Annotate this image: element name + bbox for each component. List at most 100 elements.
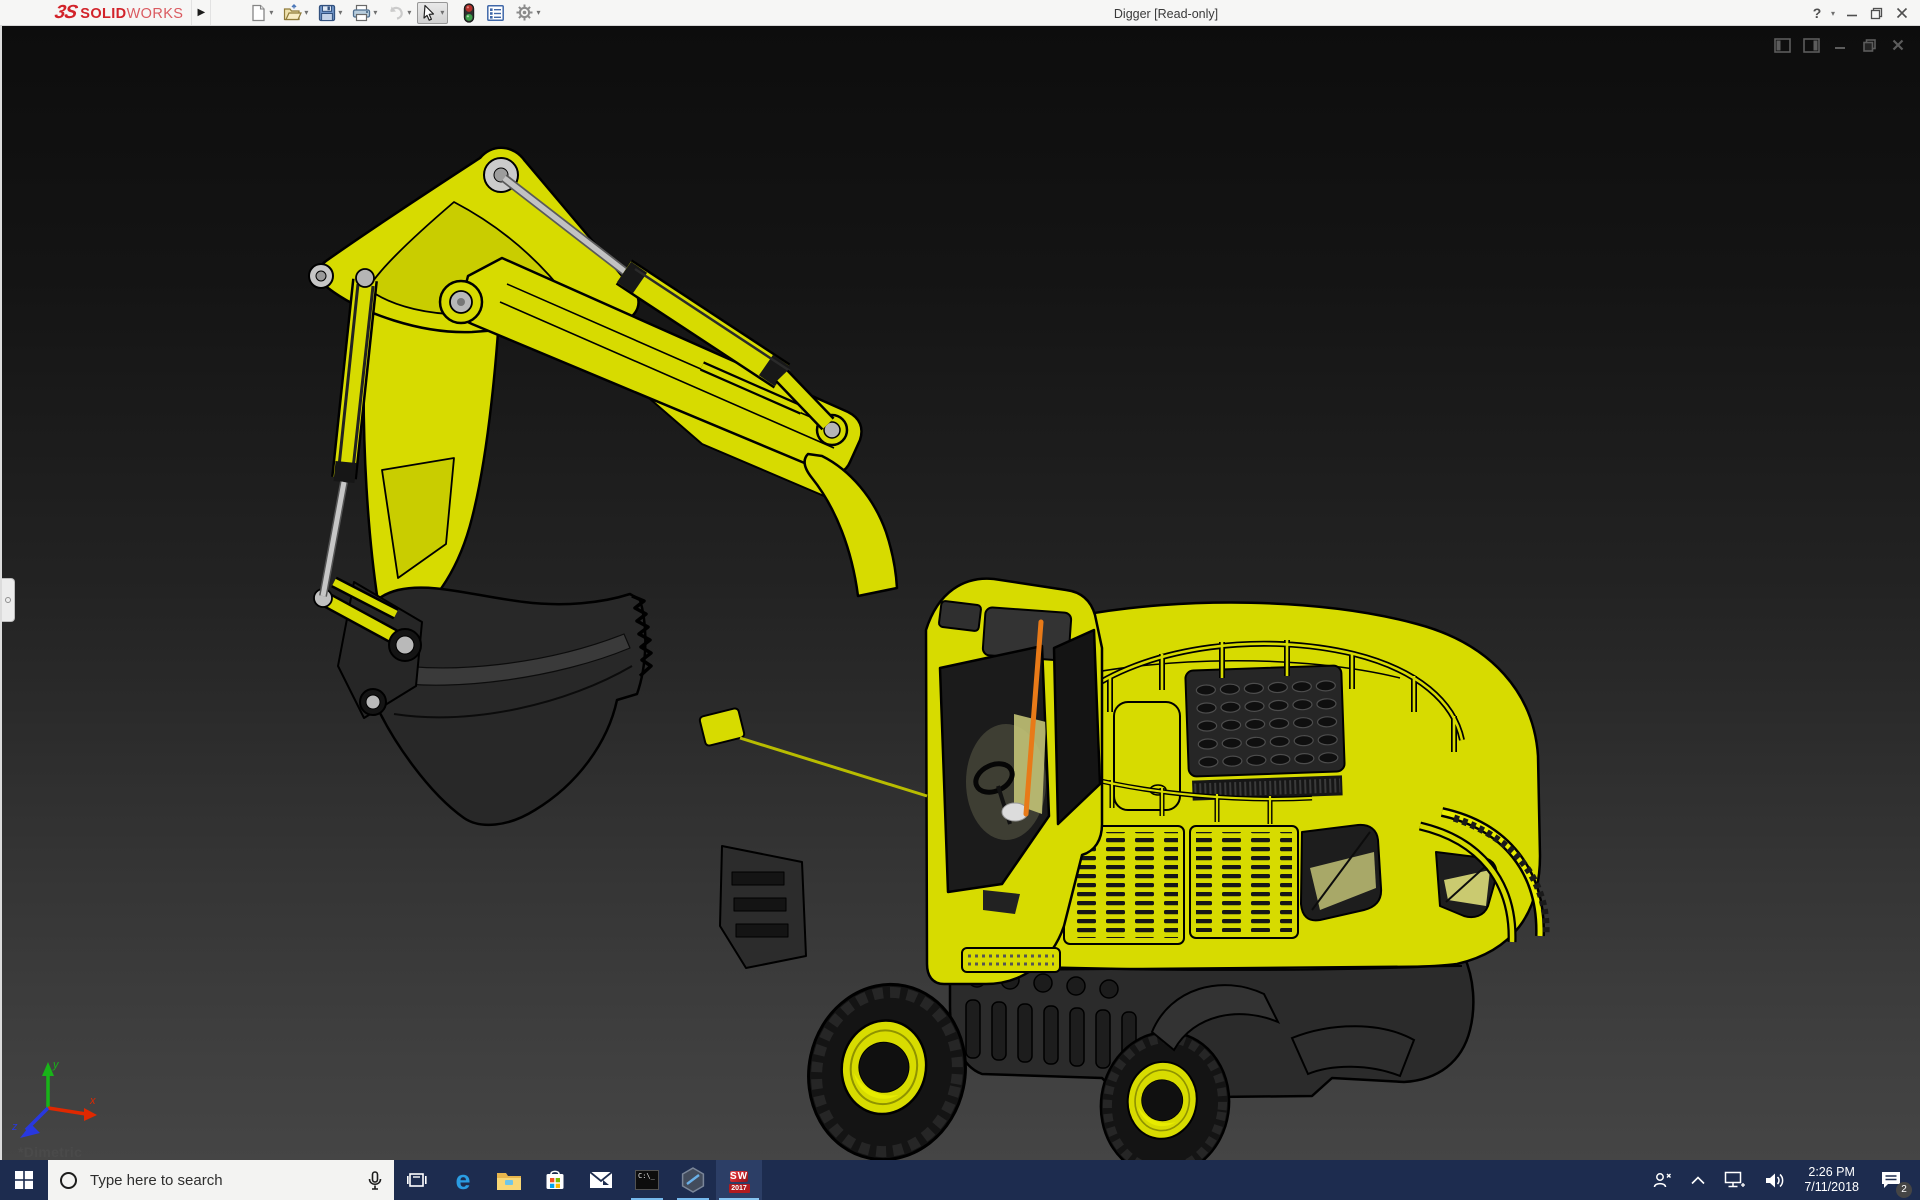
menu-flyout-button[interactable]: ▶ xyxy=(191,0,212,25)
triad-y-label: y xyxy=(52,1059,60,1071)
cortana-icon xyxy=(60,1171,77,1189)
close-icon xyxy=(1892,39,1904,51)
boom-foot xyxy=(803,452,899,598)
people-button[interactable] xyxy=(1646,1160,1678,1200)
step-slat xyxy=(733,897,787,912)
notification-badge: 2 xyxy=(1896,1182,1912,1198)
options-button[interactable]: ▾ xyxy=(511,2,544,24)
document-close-button[interactable] xyxy=(1888,36,1908,54)
save-icon xyxy=(319,4,336,21)
cab-vent xyxy=(983,890,1020,914)
view-orientation-label: *Dimetric xyxy=(18,1144,83,1160)
solidworks-app-window: 3S SOLID WORKS ▶ ▾ ▾ ▾ ▾ ▾ ▾ ▾ Digger [R… xyxy=(0,0,1920,1200)
minimize-button[interactable] xyxy=(1839,0,1864,26)
roof-unit xyxy=(938,600,982,632)
dropdown-caret-icon: ▾ xyxy=(304,8,309,17)
task-view-icon xyxy=(407,1172,427,1187)
side-vent-grilles xyxy=(1063,825,1299,945)
sw-year-label: 2017 xyxy=(728,1183,750,1193)
microphone-button[interactable] xyxy=(368,1170,382,1190)
document-window-controls xyxy=(1772,36,1908,54)
edge-icon: e xyxy=(455,1164,471,1195)
taskbar-command-prompt-button[interactable]: C:\_ xyxy=(624,1160,670,1200)
triad-x-label: x xyxy=(89,1095,96,1107)
left-pane-icon xyxy=(1773,37,1791,53)
new-document-icon xyxy=(252,4,265,21)
dropdown-caret-icon: ▾ xyxy=(338,8,343,17)
open-folder-icon xyxy=(284,3,303,20)
taskbar-edge-button[interactable]: e xyxy=(440,1160,486,1200)
digger-3d-model[interactable]: x y z xyxy=(2,26,1920,1160)
taskbar-search[interactable] xyxy=(48,1160,394,1200)
feature-manager-flyout-tab[interactable] xyxy=(2,578,15,622)
print-button[interactable]: ▾ xyxy=(348,2,381,24)
solidworks-logo: 3S SOLID WORKS xyxy=(53,2,184,24)
show-right-pane-button[interactable] xyxy=(1801,36,1821,54)
quick-toolbar: ▾ ▾ ▾ ▾ ▾ ▾ ▾ xyxy=(245,1,545,24)
file-explorer-icon xyxy=(497,1172,521,1190)
show-hidden-icons-button[interactable] xyxy=(1685,1160,1711,1200)
restore-button[interactable] xyxy=(1864,0,1889,26)
select-tool-button[interactable]: ▾ xyxy=(417,1,449,24)
file-properties-button[interactable] xyxy=(482,2,509,24)
flyout-tab-dot-icon xyxy=(5,597,11,603)
graphics-viewport[interactable]: x y z *Dimetric xyxy=(0,26,1920,1160)
boom-assembly[interactable] xyxy=(308,146,899,827)
taskbar-solidworks-button[interactable]: SW 2017 xyxy=(716,1160,762,1200)
orientation-triad: x y z xyxy=(11,1059,97,1138)
help-button[interactable]: ? xyxy=(1807,0,1827,26)
select-cursor-icon xyxy=(423,4,435,21)
search-input[interactable] xyxy=(88,1170,357,1190)
clock[interactable]: 2:26 PM 7/11/2018 xyxy=(1798,1160,1865,1200)
action-center-button[interactable]: 2 xyxy=(1872,1160,1912,1200)
command-prompt-icon: C:\_ xyxy=(635,1170,659,1190)
tray-time: 2:26 PM xyxy=(1808,1165,1855,1179)
open-document-button[interactable]: ▾ xyxy=(279,2,312,24)
taskbar-edrawings-button[interactable] xyxy=(670,1160,716,1200)
step-slat xyxy=(735,923,789,938)
rebuild-traffic-light-icon xyxy=(464,2,475,23)
dropdown-caret-icon: ▾ xyxy=(440,8,445,17)
step-slat xyxy=(731,871,785,886)
task-view-button[interactable] xyxy=(394,1160,440,1200)
save-button[interactable]: ▾ xyxy=(314,2,346,24)
windows-taskbar: e C:\_ xyxy=(0,1160,1920,1200)
cab-step xyxy=(961,947,1061,973)
people-icon xyxy=(1654,1173,1672,1188)
right-pane-icon xyxy=(1802,37,1820,53)
sw-cube-label: SW xyxy=(729,1170,749,1182)
network-button[interactable] xyxy=(1718,1160,1752,1200)
taskbar-mail-button[interactable] xyxy=(578,1160,624,1200)
titlebar: 3S SOLID WORKS ▶ ▾ ▾ ▾ ▾ ▾ ▾ ▾ Digger [R… xyxy=(0,0,1920,26)
close-icon xyxy=(1896,7,1907,19)
close-button[interactable] xyxy=(1889,0,1914,26)
mail-icon xyxy=(589,1171,613,1188)
undo-button[interactable]: ▾ xyxy=(383,2,415,24)
show-left-pane-button[interactable] xyxy=(1772,36,1792,54)
dropdown-caret-icon: ▾ xyxy=(536,8,541,17)
edrawings-icon xyxy=(681,1167,705,1193)
restore-icon xyxy=(1862,38,1876,52)
brand-name-solid: SOLID xyxy=(80,5,127,22)
brand-name-works: WORKS xyxy=(126,5,184,22)
undo-icon xyxy=(390,6,404,20)
start-button[interactable] xyxy=(0,1160,48,1200)
taskbar-file-explorer-button[interactable] xyxy=(486,1160,532,1200)
microphone-icon xyxy=(368,1170,382,1190)
document-title: Digger [Read-only] xyxy=(1113,7,1219,21)
restore-icon xyxy=(1870,7,1883,19)
volume-button[interactable] xyxy=(1759,1160,1791,1200)
help-dropdown-button[interactable]: ▾ xyxy=(1827,0,1839,26)
solidworks-2017-icon: SW 2017 xyxy=(726,1167,753,1194)
body-side-window xyxy=(1300,823,1383,922)
windows-logo-icon xyxy=(15,1171,33,1189)
new-document-button[interactable]: ▾ xyxy=(246,2,277,24)
file-properties-icon xyxy=(487,4,505,21)
network-icon xyxy=(1725,1171,1746,1188)
taskbar-store-button[interactable] xyxy=(532,1160,578,1200)
document-restore-button[interactable] xyxy=(1859,36,1879,54)
chevron-up-icon xyxy=(1691,1175,1705,1184)
document-minimize-button[interactable] xyxy=(1830,36,1850,54)
rebuild-button[interactable] xyxy=(458,2,480,24)
minimize-icon xyxy=(1835,47,1845,49)
